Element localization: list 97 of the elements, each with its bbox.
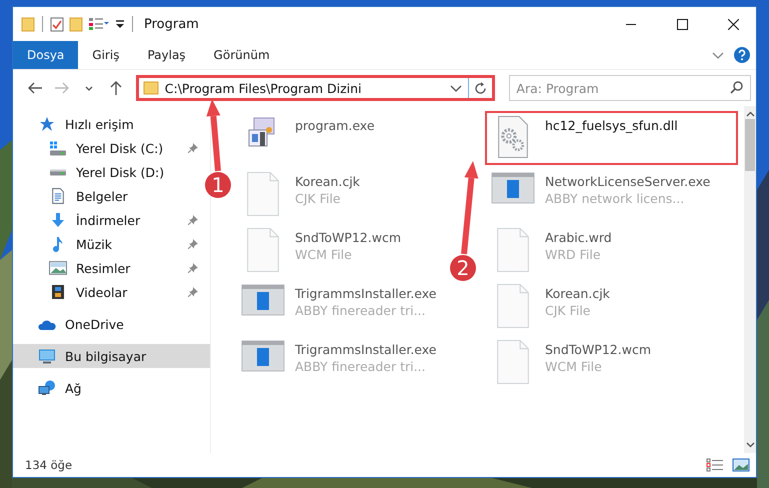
file-name: TrigrammsInstaller.exe bbox=[295, 342, 436, 357]
window-title: Program bbox=[144, 16, 200, 32]
ribbon-tab[interactable]: Paylaş bbox=[133, 41, 200, 69]
forward-arrow-icon bbox=[54, 82, 69, 94]
blank-file-icon bbox=[247, 172, 279, 216]
file-name: SndToWP12.wcm bbox=[295, 230, 401, 245]
file-item[interactable]: Arabic.wrd WRD File bbox=[485, 223, 620, 277]
nav-item[interactable]: Müzik bbox=[13, 232, 202, 256]
file-name: Arabic.wrd bbox=[545, 230, 612, 245]
search-icon[interactable] bbox=[730, 81, 743, 94]
properties-icon[interactable] bbox=[88, 16, 110, 32]
ribbon-tab[interactable]: Giriş bbox=[78, 41, 134, 69]
file-name: Korean.cjk bbox=[545, 286, 610, 301]
blank-file-icon bbox=[497, 228, 529, 272]
application-window-icon bbox=[241, 284, 285, 316]
scrollbar[interactable] bbox=[744, 106, 756, 453]
ribbon-tab[interactable]: Görünüm bbox=[200, 41, 284, 69]
address-field[interactable]: C:\Program Files\Program Dizini bbox=[136, 75, 496, 101]
nav-item[interactable]: Resimler bbox=[13, 256, 202, 280]
chevron-down-icon[interactable] bbox=[712, 52, 724, 58]
file-type: ABBY network licens... bbox=[545, 191, 686, 206]
pin-icon[interactable] bbox=[188, 143, 198, 153]
search-field[interactable]: Ara: Program bbox=[509, 75, 751, 101]
checklist-icon[interactable] bbox=[50, 16, 64, 32]
document-icon bbox=[52, 188, 64, 204]
nav-item[interactable]: OneDrive bbox=[13, 312, 202, 336]
pin-icon[interactable] bbox=[188, 263, 198, 273]
landscape-image-icon bbox=[732, 458, 750, 472]
nav-item[interactable]: Videolar bbox=[13, 280, 202, 304]
file-type: WRD File bbox=[545, 247, 602, 262]
computer-icon bbox=[38, 348, 56, 364]
close-icon bbox=[728, 18, 738, 30]
file-type: ABBY finereader tri... bbox=[295, 303, 426, 318]
nav-item[interactable]: Bu bilgisayar bbox=[13, 344, 210, 368]
nav-item[interactable]: Yerel Disk (D:) bbox=[13, 160, 202, 184]
large-icons-view-button[interactable] bbox=[732, 458, 750, 472]
dropdown-caret-icon[interactable] bbox=[115, 18, 125, 30]
drive-icon bbox=[49, 140, 67, 156]
file-type: CJK File bbox=[295, 191, 342, 206]
file-item[interactable]: SndToWP12.wcm WCM File bbox=[485, 335, 659, 389]
application-window-icon bbox=[241, 340, 285, 372]
file-name: SndToWP12.wcm bbox=[545, 342, 651, 357]
file-name: NetworkLicenseServer.exe bbox=[545, 174, 710, 189]
file-type: WCM File bbox=[295, 247, 353, 262]
nav-item[interactable]: Ağ bbox=[13, 376, 202, 400]
file-item[interactable]: Korean.cjk CJK File bbox=[485, 279, 618, 333]
film-icon bbox=[52, 285, 64, 299]
callout-badge: 1 bbox=[205, 172, 231, 198]
nav-item[interactable]: Hızlı erişim bbox=[13, 112, 202, 136]
folder-icon bbox=[142, 81, 159, 95]
nav-item[interactable]: Belgeler bbox=[13, 184, 202, 208]
file-type: WCM File bbox=[545, 359, 603, 374]
cloud-icon bbox=[38, 318, 56, 330]
music-note-icon bbox=[53, 236, 63, 252]
file-item[interactable]: SndToWP12.wcm WCM File bbox=[235, 223, 409, 277]
file-item[interactable]: TrigrammsInstaller.exe ABBY finereader tri... bbox=[235, 279, 444, 333]
ribbon-tab[interactable]: Dosya bbox=[13, 41, 78, 69]
dropdown-caret-icon[interactable] bbox=[450, 84, 462, 92]
application-window-icon bbox=[491, 172, 535, 204]
download-icon bbox=[52, 213, 64, 227]
blank-file-icon bbox=[497, 340, 529, 384]
file-item[interactable]: program.exe bbox=[235, 111, 383, 165]
scroll-down-icon[interactable] bbox=[746, 442, 754, 448]
blank-file-icon bbox=[497, 284, 529, 328]
pictures-icon bbox=[49, 261, 67, 275]
nav-item[interactable]: Yerel Disk (C:) bbox=[13, 136, 202, 160]
drive-icon bbox=[49, 168, 67, 176]
network-icon bbox=[38, 380, 56, 396]
file-item[interactable]: NetworkLicenseServer.exe ABBY network licens... bbox=[485, 167, 718, 221]
caret-icon bbox=[84, 86, 93, 90]
help-icon[interactable] bbox=[734, 47, 750, 63]
file-item[interactable]: Korean.cjk CJK File bbox=[235, 167, 368, 221]
up-arrow-icon bbox=[110, 81, 122, 95]
file-name: Korean.cjk bbox=[295, 174, 360, 189]
details-view-button[interactable] bbox=[706, 458, 724, 472]
file-item[interactable]: hc12_fuelsys_sfun.dll bbox=[485, 111, 738, 165]
maximize-icon bbox=[676, 18, 688, 30]
scrollbar-thumb[interactable] bbox=[745, 119, 755, 171]
pin-icon[interactable] bbox=[188, 239, 198, 249]
callout-badge: 2 bbox=[450, 255, 476, 281]
file-item[interactable]: TrigrammsInstaller.exe ABBY finereader tri... bbox=[235, 335, 444, 389]
blank-file-icon bbox=[247, 228, 279, 272]
file-type: CJK File bbox=[545, 303, 592, 318]
nav-item[interactable]: İndirmeler bbox=[13, 208, 202, 232]
file-type: ABBY finereader tri... bbox=[295, 359, 426, 374]
pin-icon[interactable] bbox=[188, 287, 198, 297]
gears-file-icon bbox=[498, 116, 528, 158]
refresh-icon bbox=[474, 82, 488, 94]
star-icon bbox=[39, 116, 55, 132]
details-view-icon bbox=[706, 458, 724, 472]
scroll-up-icon[interactable] bbox=[746, 111, 754, 117]
pin-icon[interactable] bbox=[188, 215, 198, 225]
item-count: 134 öğe bbox=[25, 458, 74, 472]
file-name: program.exe bbox=[295, 118, 375, 133]
back-arrow-icon bbox=[28, 82, 42, 94]
file-name: TrigrammsInstaller.exe bbox=[295, 286, 436, 301]
file-name: hc12_fuelsys_sfun.dll bbox=[545, 118, 678, 133]
